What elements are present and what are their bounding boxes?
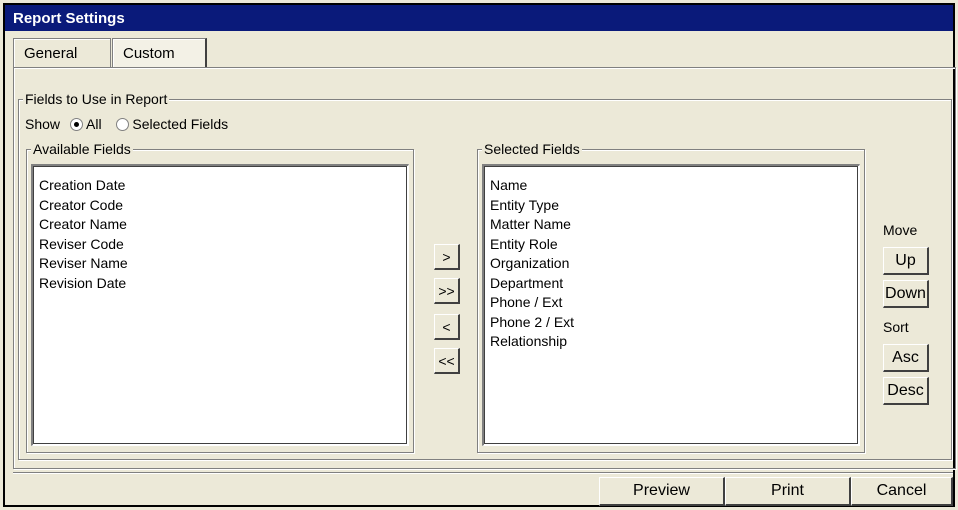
list-item[interactable]: Reviser Code (39, 235, 402, 255)
sort-desc-button[interactable]: Desc (883, 377, 929, 405)
move-down-button[interactable]: Down (883, 280, 929, 308)
list-item[interactable]: Name (490, 176, 853, 196)
cancel-button[interactable]: Cancel (851, 477, 953, 506)
tab-panel-custom: Fields to Use in Report Show All Selecte… (13, 67, 956, 469)
show-filter: Show All Selected Fields (25, 116, 228, 132)
list-item[interactable]: Matter Name (490, 215, 853, 235)
show-selected-radio[interactable] (115, 118, 129, 131)
tab-general[interactable]: General (13, 38, 111, 68)
available-fields-list[interactable]: Creation Date Creator Code Creator Name … (31, 164, 409, 446)
list-item[interactable]: Phone / Ext (490, 293, 853, 313)
add-all-fields-button[interactable]: >> (434, 278, 460, 304)
list-item[interactable]: Relationship (490, 332, 853, 352)
list-item[interactable]: Creator Code (39, 196, 402, 216)
show-all-radio[interactable] (69, 118, 83, 131)
list-item[interactable]: Creation Date (39, 176, 402, 196)
sort-label: Sort (883, 319, 909, 335)
preview-button[interactable]: Preview (599, 477, 725, 506)
show-selected-option[interactable]: Selected Fields (115, 116, 229, 132)
add-field-button[interactable]: > (434, 244, 460, 270)
available-fields-group: Available Fields Creation Date Creator C… (26, 141, 414, 453)
list-item[interactable]: Organization (490, 254, 853, 274)
move-label: Move (883, 222, 918, 238)
show-all-option[interactable]: All (69, 116, 106, 132)
window-title: Report Settings (5, 5, 953, 31)
footer-divider (13, 472, 953, 474)
print-button[interactable]: Print (725, 477, 851, 506)
list-item[interactable]: Reviser Name (39, 254, 402, 274)
sort-asc-button[interactable]: Asc (883, 344, 929, 372)
show-label: Show (25, 116, 61, 132)
list-item[interactable]: Department (490, 274, 853, 294)
fields-to-use-group: Fields to Use in Report Show All Selecte… (18, 91, 952, 460)
tab-custom[interactable]: Custom (112, 38, 207, 68)
list-item[interactable]: Phone 2 / Ext (490, 313, 853, 333)
available-fields-legend: Available Fields (31, 141, 133, 157)
remove-field-button[interactable]: < (434, 314, 460, 340)
show-selected-label: Selected Fields (132, 116, 229, 132)
list-item[interactable]: Entity Type (490, 196, 853, 216)
list-item[interactable]: Creator Name (39, 215, 402, 235)
fields-to-use-legend: Fields to Use in Report (23, 91, 170, 107)
show-all-label: All (86, 116, 102, 132)
list-item[interactable]: Revision Date (39, 274, 402, 294)
move-up-button[interactable]: Up (883, 247, 929, 275)
selected-fields-list[interactable]: Name Entity Type Matter Name Entity Role… (482, 164, 860, 446)
report-settings-window: Report Settings General Custom Fields to… (3, 3, 956, 507)
list-item[interactable]: Entity Role (490, 235, 853, 255)
remove-all-fields-button[interactable]: << (434, 348, 460, 374)
selected-fields-group: Selected Fields Name Entity Type Matter … (477, 141, 865, 453)
selected-fields-legend: Selected Fields (482, 141, 582, 157)
